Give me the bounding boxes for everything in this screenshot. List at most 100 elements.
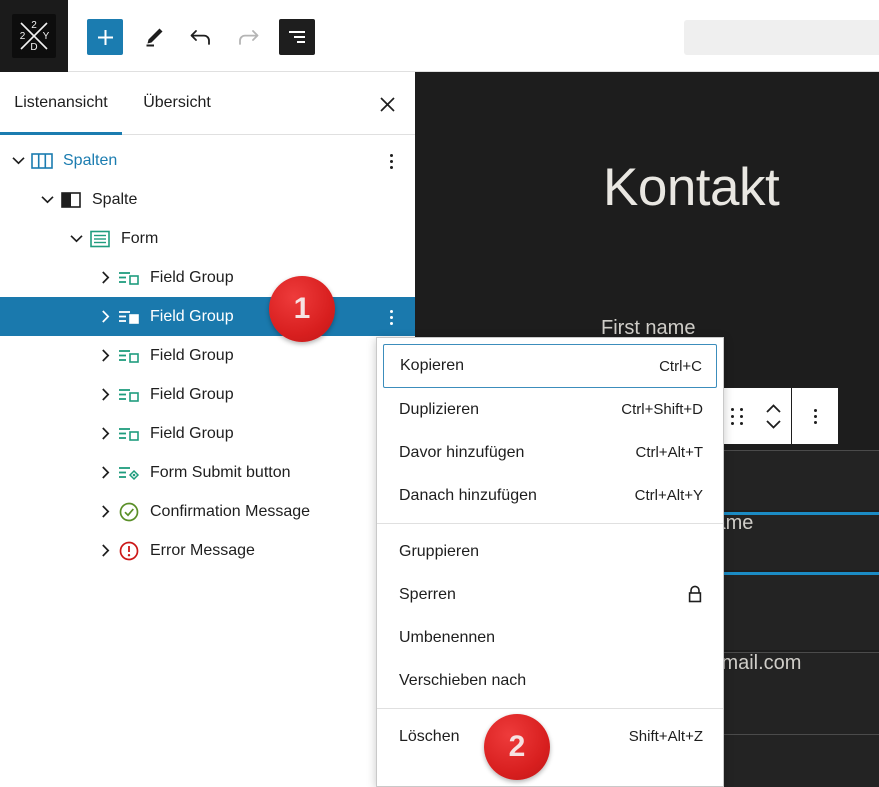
menu-item-umbenennen[interactable]: Umbenennen [377, 616, 723, 659]
chevron-right-icon[interactable] [93, 544, 117, 557]
chevron-right-icon[interactable] [93, 466, 117, 479]
field-group-icon [117, 305, 141, 329]
menu-item-label: Umbenennen [399, 628, 496, 646]
tree-row-label: Field Group [150, 307, 234, 325]
menu-item-shortcut: Shift+Alt+Z [628, 728, 703, 745]
svg-text:2: 2 [31, 20, 37, 31]
block-options-kebab-icon[interactable] [792, 388, 838, 444]
chevron-right-icon[interactable] [93, 310, 117, 323]
check-circle-icon [117, 500, 141, 524]
list-view-button[interactable] [279, 19, 315, 55]
chevron-right-icon[interactable] [93, 271, 117, 284]
tab-label: Übersicht [143, 94, 211, 111]
tree-row-label: Form [121, 229, 159, 247]
chevron-right-icon[interactable] [93, 388, 117, 401]
tree-row-error-message-10[interactable]: Error Message [0, 531, 415, 570]
move-up-down-icon[interactable] [755, 388, 791, 444]
form-submit-icon [117, 461, 141, 485]
tab-label: Listenansicht [14, 94, 108, 111]
tree-row-options-kebab-icon[interactable] [381, 307, 401, 327]
redo-icon[interactable] [230, 19, 266, 55]
undo-icon[interactable] [183, 19, 219, 55]
tree-row-spalten-0[interactable]: Spalten [0, 141, 415, 180]
tree-row-field-group-5[interactable]: Field Group [0, 336, 415, 375]
tab-listenansicht[interactable]: Listenansicht [0, 72, 122, 135]
field-group-icon [117, 266, 141, 290]
app-root: Kontakt First name Last name name@email.… [0, 0, 879, 787]
tree-row-options-kebab-icon[interactable] [381, 151, 401, 171]
tree-row-label: Field Group [150, 424, 234, 442]
menu-item-shortcut: Ctrl+C [659, 357, 702, 375]
menu-item-davor-hinzufügen[interactable]: Davor hinzufügen Ctrl+Alt+T [377, 431, 723, 474]
tree-row-label: Error Message [150, 541, 255, 559]
menu-item-shortcut: Ctrl+Shift+D [621, 401, 703, 418]
menu-item-duplizieren[interactable]: Duplizieren Ctrl+Shift+D [377, 388, 723, 431]
chevron-right-icon[interactable] [93, 505, 117, 518]
site-logo-icon: 2 2 Y D [12, 14, 56, 58]
list-view-sidebar: Listenansicht Übersicht Spalten Spalte For… [0, 72, 415, 787]
menu-item-shortcut: Ctrl+Alt+Y [634, 487, 703, 504]
context-menu-group-3: Löschen Shift+Alt+Z [377, 709, 723, 764]
tree-row-confirmation-message-9[interactable]: Confirmation Message [0, 492, 415, 531]
toolbar-placeholder-region [684, 20, 879, 55]
drag-handle-icon[interactable] [719, 388, 755, 444]
menu-item-kopieren[interactable]: Kopieren Ctrl+C [383, 344, 717, 388]
step-badge-1: 1 [269, 276, 335, 342]
site-logo-button[interactable]: 2 2 Y D [0, 0, 68, 72]
error-circle-icon [117, 539, 141, 563]
menu-item-löschen[interactable]: Löschen Shift+Alt+Z [377, 715, 723, 758]
tree-row-label: Spalten [63, 151, 118, 169]
menu-item-label: Kopieren [400, 357, 465, 374]
menu-item-label: Duplizieren [399, 400, 480, 418]
menu-item-shortcut: Ctrl+Alt+T [635, 444, 703, 461]
tree-row-spalte-1[interactable]: Spalte [0, 180, 415, 219]
tab-uebersicht[interactable]: Übersicht [122, 72, 232, 134]
block-floating-toolbar[interactable] [718, 387, 839, 445]
form-icon [88, 227, 112, 251]
menu-item-sperren[interactable]: Sperren [377, 573, 723, 616]
tree-row-field-group-3[interactable]: Field Group [0, 258, 415, 297]
add-block-button[interactable] [87, 19, 123, 55]
chevron-right-icon[interactable] [93, 427, 117, 440]
field-group-icon [117, 383, 141, 407]
lock-icon [687, 585, 703, 604]
tree-row-label: Field Group [150, 268, 234, 286]
close-icon[interactable] [371, 88, 403, 120]
block-tree: Spalten Spalte Form Field Group Field Group F… [0, 135, 415, 570]
menu-item-gruppieren[interactable]: Gruppieren [377, 530, 723, 573]
top-toolbar: 2 2 Y D [0, 0, 879, 72]
context-menu-group-1: Kopieren Ctrl+C Duplizieren Ctrl+Shift+D Dav… [377, 338, 723, 523]
field-group-icon [117, 344, 141, 368]
tree-row-form-2[interactable]: Form [0, 219, 415, 258]
menu-item-verschieben-nach[interactable]: Verschieben nach [377, 659, 723, 702]
chevron-down-icon[interactable] [6, 156, 30, 165]
column-icon [59, 188, 83, 212]
step-badge-2: 2 [484, 714, 550, 780]
canvas-page-title: Kontakt [603, 158, 780, 217]
block-context-menu: Kopieren Ctrl+C Duplizieren Ctrl+Shift+D Dav… [376, 337, 724, 787]
svg-text:Y: Y [43, 31, 50, 42]
menu-item-label: Davor hinzufügen [399, 443, 525, 461]
context-menu-group-2: Gruppieren Sperren Umbenennen Verschieben n… [377, 524, 723, 708]
edit-pencil-icon[interactable] [136, 19, 172, 55]
tree-row-label: Spalte [92, 190, 138, 208]
sidebar-tabs: Listenansicht Übersicht [0, 72, 415, 135]
menu-item-label: Sperren [399, 585, 456, 603]
svg-text:2: 2 [20, 31, 26, 42]
tree-row-field-group-4[interactable]: Field Group [0, 297, 415, 336]
menu-item-label: Verschieben nach [399, 671, 527, 689]
tree-row-form-submit-button-8[interactable]: Form Submit button [0, 453, 415, 492]
tree-row-label: Form Submit button [150, 463, 291, 481]
field-group-icon [117, 422, 141, 446]
svg-text:D: D [30, 42, 37, 53]
chevron-right-icon[interactable] [93, 349, 117, 362]
tree-row-field-group-6[interactable]: Field Group [0, 375, 415, 414]
menu-item-label: Gruppieren [399, 542, 480, 560]
menu-item-label: Löschen [399, 727, 460, 745]
tree-row-label: Confirmation Message [150, 502, 311, 520]
chevron-down-icon[interactable] [64, 234, 88, 243]
tree-row-field-group-7[interactable]: Field Group [0, 414, 415, 453]
menu-item-danach-hinzufügen[interactable]: Danach hinzufügen Ctrl+Alt+Y [377, 474, 723, 517]
menu-item-label: Danach hinzufügen [399, 486, 537, 504]
chevron-down-icon[interactable] [35, 195, 59, 204]
